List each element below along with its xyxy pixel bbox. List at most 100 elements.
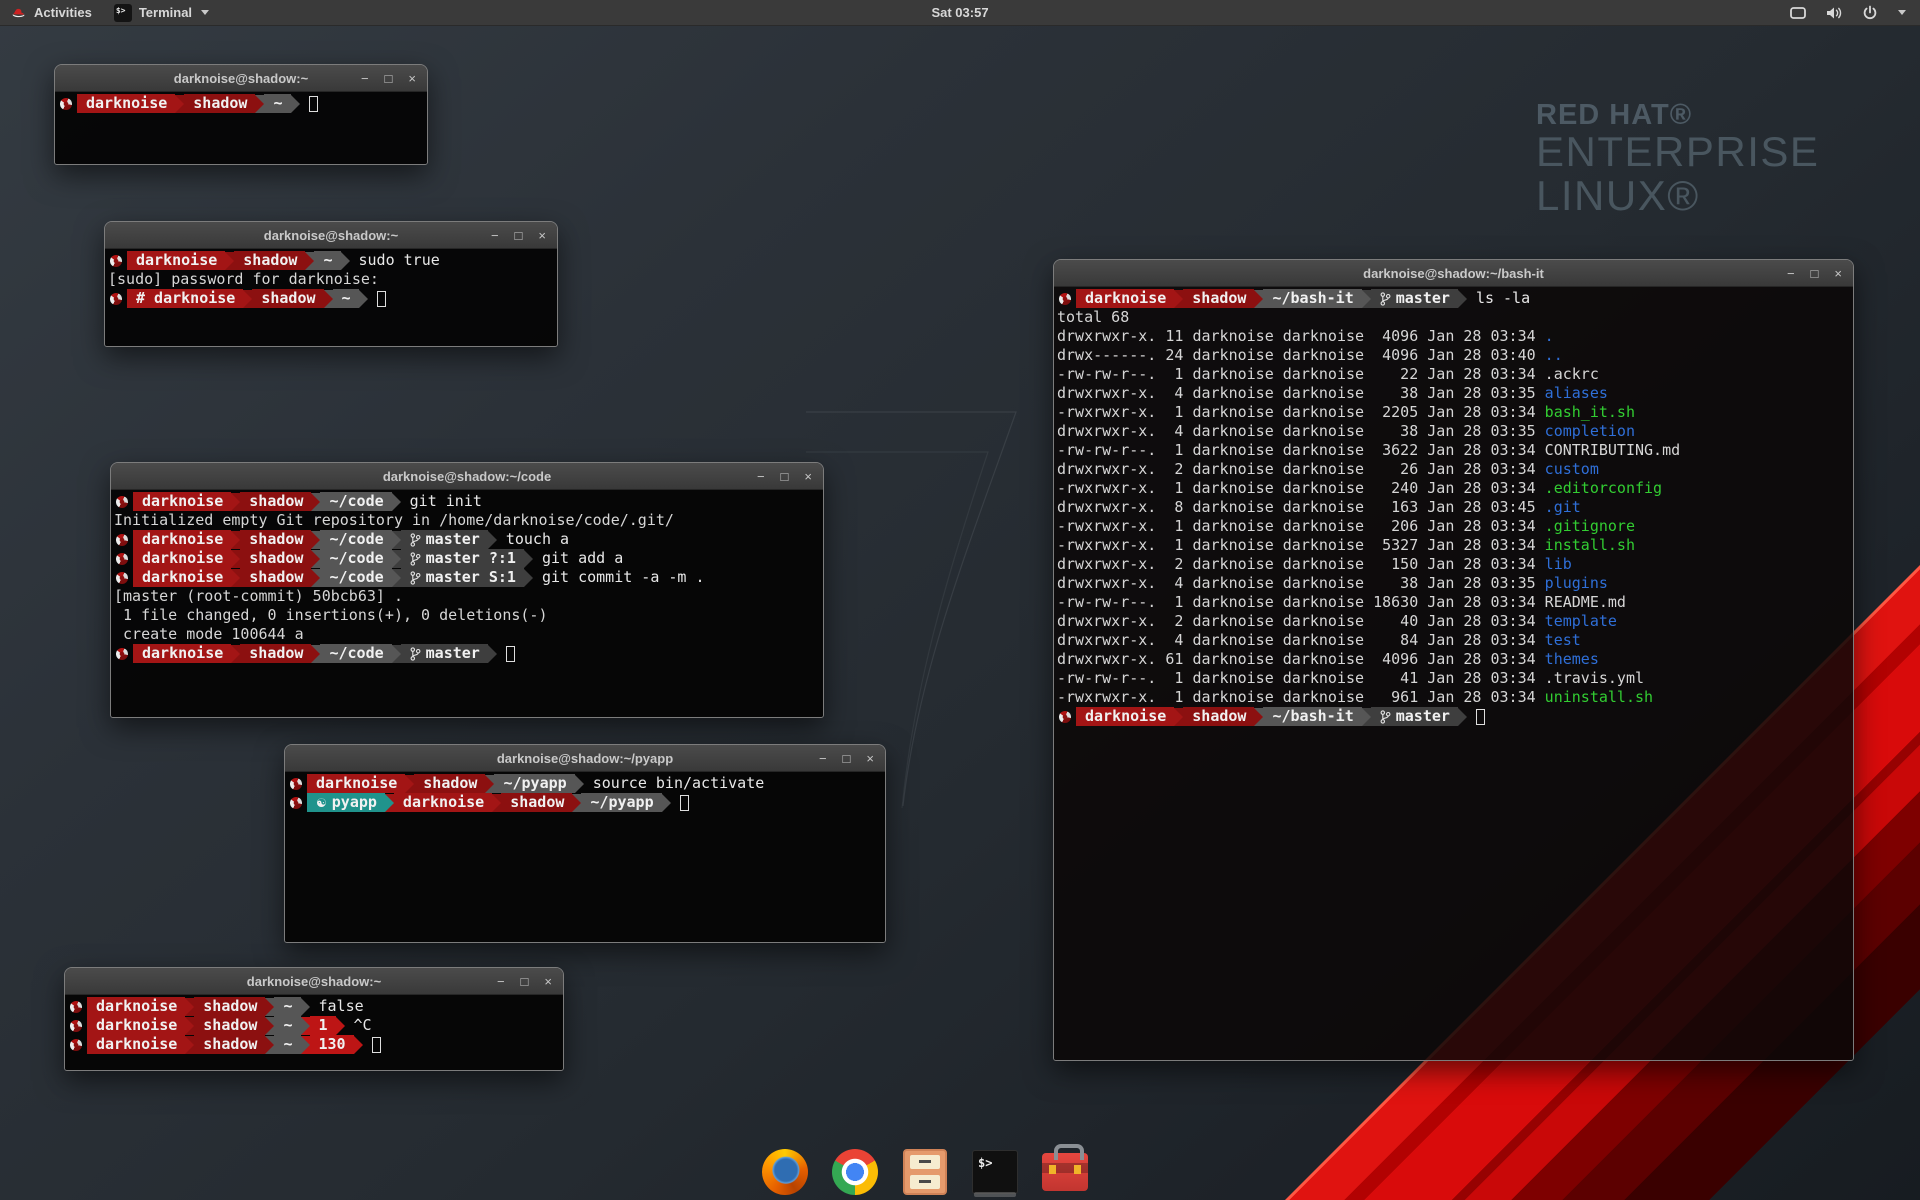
prompt-segment-host: shadow xyxy=(240,644,311,663)
clock[interactable]: Sat 03:57 xyxy=(931,5,988,20)
maximize-button[interactable]: □ xyxy=(521,975,529,988)
close-button[interactable]: × xyxy=(1834,267,1842,280)
close-button[interactable]: × xyxy=(538,229,546,242)
terminal-window: darknoise@shadow:~ − □ × darknoiseshadow~s… xyxy=(104,221,558,347)
dock-item-firefox[interactable] xyxy=(761,1148,809,1196)
prompt-spiral-icon xyxy=(1059,293,1071,305)
prompt-segment-venv: ☯pyapp xyxy=(307,793,385,812)
minimize-button[interactable]: − xyxy=(1787,267,1795,280)
prompt-spiral-icon xyxy=(60,98,72,110)
close-button[interactable]: × xyxy=(544,975,552,988)
powerline-separator-icon xyxy=(185,998,194,1016)
prompt-spiral-icon xyxy=(70,1039,82,1051)
output-line: -rwxrwxr-x. 1 darknoise darknoise 206 Ja… xyxy=(1057,517,1850,536)
redhat-icon xyxy=(11,5,27,21)
terminal-body[interactable]: darknoiseshadow~sudo true[sudo] password… xyxy=(105,249,557,346)
output-line: [master (root-commit) 50bcb63] . xyxy=(114,587,820,606)
close-button[interactable]: × xyxy=(866,752,874,765)
maximize-button[interactable]: □ xyxy=(843,752,851,765)
prompt-spiral-icon xyxy=(1059,711,1071,723)
terminal-body[interactable]: darknoiseshadow~falsedarknoiseshadow~1^C… xyxy=(65,995,563,1070)
python-icon: ☯ xyxy=(316,797,327,809)
output-line: [sudo] password for darknoise: xyxy=(108,270,554,289)
prompt-segment-path: ~ xyxy=(274,1016,300,1035)
minimize-button[interactable]: − xyxy=(491,229,499,242)
powerline-separator-icon xyxy=(311,569,320,587)
maximize-button[interactable]: □ xyxy=(515,229,523,242)
prompt-spiral-icon xyxy=(70,1001,82,1013)
prompt-segment-path: ~/pyapp xyxy=(494,774,574,793)
powerline-separator-icon xyxy=(311,531,320,549)
app-menu-terminal[interactable]: $> Terminal xyxy=(103,0,220,25)
prompt-segment-path: ~/code xyxy=(320,530,391,549)
powerline-separator-icon xyxy=(392,645,401,663)
terminal-body[interactable]: darknoiseshadow~/pyappsource bin/activat… xyxy=(285,772,885,942)
chevron-down-icon xyxy=(201,10,209,15)
minimize-button[interactable]: − xyxy=(757,470,765,483)
window-title: darknoise@shadow:~/pyapp xyxy=(497,751,673,766)
maximize-button[interactable]: □ xyxy=(781,470,789,483)
prompt-segment-path: ~/code xyxy=(320,644,391,663)
prompt-segment-path: ~/pyapp xyxy=(581,793,661,812)
powerline-separator-icon xyxy=(311,645,320,663)
prompt-line: darknoiseshadow~/codemaster S:1git commi… xyxy=(114,568,820,587)
prompt-segment-host: shadow xyxy=(252,289,323,308)
powerline-separator-icon xyxy=(405,775,414,793)
dock-item-app-grid[interactable] xyxy=(1111,1148,1159,1196)
window-title: darknoise@shadow:~ xyxy=(247,974,381,989)
prompt-segment-path: ~/code xyxy=(320,549,391,568)
terminal-body[interactable]: darknoiseshadow~/codegit initInitialized… xyxy=(111,490,823,717)
activities-button[interactable]: Activities xyxy=(0,0,103,25)
minimize-button[interactable]: − xyxy=(497,975,505,988)
close-button[interactable]: × xyxy=(804,470,812,483)
prompt-spiral-icon xyxy=(116,496,128,508)
minimize-button[interactable]: − xyxy=(819,752,827,765)
dock-item-files[interactable] xyxy=(901,1148,949,1196)
output-line: drwxrwxr-x. 4 darknoise darknoise 38 Jan… xyxy=(1057,384,1850,403)
powerline-separator-icon xyxy=(311,493,320,511)
window-titlebar[interactable]: darknoise@shadow:~ − □ × xyxy=(65,968,563,995)
window-titlebar[interactable]: darknoise@shadow:~/bash-it −□× xyxy=(1054,260,1853,287)
minimize-button[interactable]: − xyxy=(361,72,369,85)
terminal-app-icon: $> xyxy=(114,4,132,22)
powerline-separator-icon xyxy=(185,1036,194,1054)
output-line: -rwxrwxr-x. 1 darknoise darknoise 2205 J… xyxy=(1057,403,1850,422)
powerline-separator-icon xyxy=(265,1017,274,1035)
window-titlebar[interactable]: darknoise@shadow:~ − □ × xyxy=(105,222,557,249)
prompt-line: darknoiseshadow~ xyxy=(58,94,424,113)
output-line: -rw-rw-r--. 1 darknoise darknoise 3622 J… xyxy=(1057,441,1850,460)
window-titlebar[interactable]: darknoise@shadow:~/code −□× xyxy=(111,463,823,490)
prompt-segment-host: shadow xyxy=(240,492,311,511)
maximize-button[interactable]: □ xyxy=(1811,267,1819,280)
system-status-area[interactable] xyxy=(1789,0,1920,25)
output-line: drwx------. 24 darknoise darknoise 4096 … xyxy=(1057,346,1850,365)
window-controls: − □ × xyxy=(497,975,563,988)
maximize-button[interactable]: □ xyxy=(385,72,393,85)
prompt-segment-host: shadow xyxy=(1183,289,1254,308)
powerline-separator-icon xyxy=(1458,708,1467,726)
powerline-separator-icon xyxy=(1174,708,1183,726)
prompt-spiral-icon xyxy=(290,778,302,790)
window-title: darknoise@shadow:~ xyxy=(174,71,308,86)
window-titlebar[interactable]: darknoise@shadow:~ − □ × xyxy=(55,65,427,92)
screen-icon xyxy=(1789,5,1807,21)
powerline-separator-icon xyxy=(265,998,274,1016)
powerline-separator-icon xyxy=(301,998,310,1016)
close-button[interactable]: × xyxy=(408,72,416,85)
terminal-cursor xyxy=(309,96,318,112)
app-menu-label: Terminal xyxy=(139,5,192,20)
dock-item-toolbox[interactable] xyxy=(1041,1148,1089,1196)
terminal-body[interactable]: darknoiseshadow~ xyxy=(55,92,427,164)
command-text: ls -la xyxy=(1476,289,1530,308)
prompt-segment-branch: master xyxy=(1371,707,1458,726)
prompt-segment-path: ~ xyxy=(274,997,300,1016)
prompt-line: ☯pyappdarknoiseshadow~/pyapp xyxy=(288,793,882,812)
window-titlebar[interactable]: darknoise@shadow:~/pyapp − □ × xyxy=(285,745,885,772)
prompt-segment-branch: master xyxy=(1371,289,1458,308)
window-controls: − □ × xyxy=(757,470,823,483)
dock-item-terminal[interactable]: $> xyxy=(971,1148,1019,1196)
powerline-separator-icon xyxy=(305,252,314,270)
terminal-body[interactable]: darknoiseshadow~/bash-itmasterls -latota… xyxy=(1054,287,1853,1060)
dock-item-chrome[interactable] xyxy=(831,1148,879,1196)
window-title: darknoise@shadow:~ xyxy=(264,228,398,243)
